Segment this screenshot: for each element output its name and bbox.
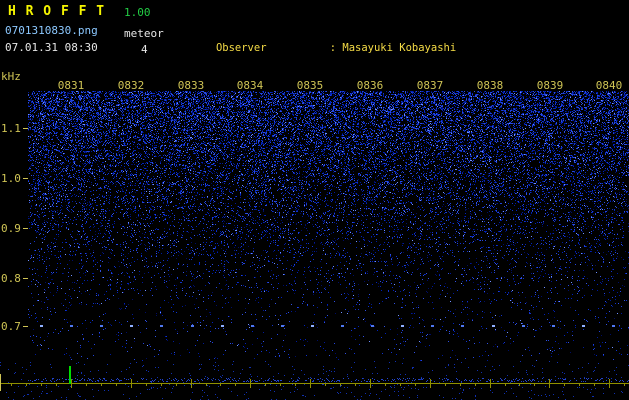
info-label: Observer <box>216 42 330 55</box>
info-row-observer: Observer: Masayuki Kobayashi <box>178 29 629 68</box>
output-filename: 0701310830.png <box>5 24 98 37</box>
echo-count: 4 <box>141 43 148 56</box>
freq-axis-unit: kHz <box>1 70 27 83</box>
info-value: Masayuki Kobayashi <box>342 42 456 54</box>
signal-level-canvas <box>0 361 629 400</box>
spectrogram-canvas <box>28 91 629 361</box>
hrofft-screen: H R O F F T 1.00 0701310830.png meteor 0… <box>0 0 629 400</box>
app-version: 1.00 <box>124 6 151 19</box>
info-separator: : <box>330 42 343 54</box>
datetime-label: 07.01.31 08:30 <box>5 41 98 54</box>
mode-label: meteor <box>124 27 164 40</box>
app-title: H R O F F T <box>8 4 105 19</box>
